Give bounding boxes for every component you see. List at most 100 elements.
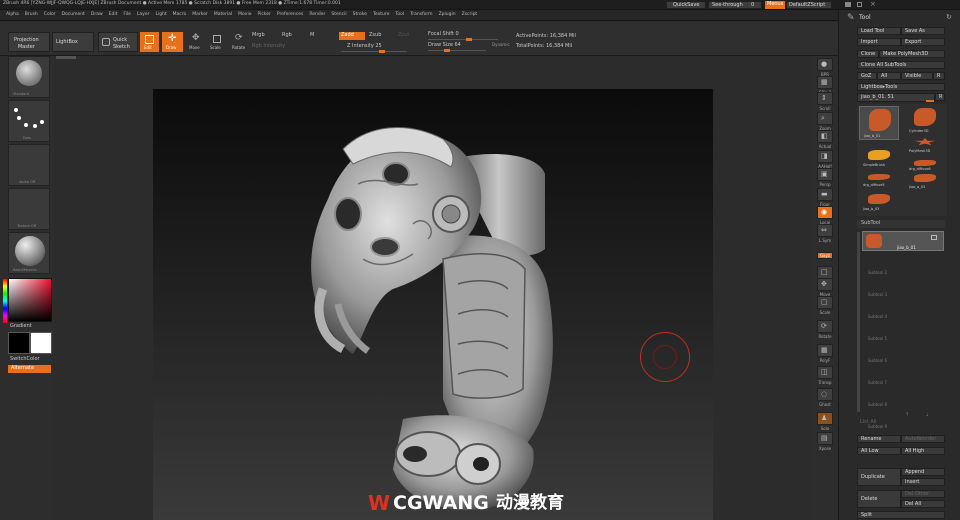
material-slot[interactable]: BasicMaterial	[8, 232, 50, 274]
menu-alpha[interactable]: Alpha	[6, 12, 19, 19]
scale-button[interactable]: Scale	[207, 32, 227, 52]
xpose-button[interactable]: ▤	[817, 432, 833, 445]
menu-stencil[interactable]: Stencil	[331, 12, 346, 19]
tool-thumb-drg-diffuse5[interactable]: drg_diffuse5	[859, 172, 899, 190]
delete-button[interactable]: Delete	[857, 490, 901, 508]
menu-brush[interactable]: Brush	[25, 12, 38, 19]
lightbox-tools-button[interactable]: Lightbox▸Tools	[857, 83, 945, 91]
goz-visible-button[interactable]: Visible	[901, 72, 933, 80]
switchcolor-button[interactable]: SwitchColor	[10, 357, 40, 362]
close-icon[interactable]: ×	[870, 1, 876, 8]
menu-light[interactable]: Light	[155, 12, 166, 19]
clone-all-subtools-button[interactable]: Clone All SubTools	[857, 61, 945, 69]
menu-marker[interactable]: Marker	[192, 12, 208, 19]
menu-render[interactable]: Render	[309, 12, 325, 19]
save-as-button[interactable]: Save As	[901, 27, 945, 35]
persp-button[interactable]: ▣	[817, 168, 833, 181]
minimize-icon[interactable]	[845, 2, 851, 7]
del-other-button[interactable]: Del Other	[901, 490, 945, 498]
subtool-empty-slot[interactable]: Subtool 4	[862, 306, 942, 326]
lightbox-button[interactable]: LightBox	[52, 32, 94, 52]
menu-zscript[interactable]: Zscript	[462, 12, 478, 19]
move-button[interactable]: ✥ Move	[186, 32, 206, 52]
goz-r-button[interactable]: R	[933, 72, 945, 80]
import-button[interactable]: Import	[857, 38, 901, 46]
menu-file[interactable]: File	[123, 12, 131, 19]
scale-button[interactable]: ▢	[817, 296, 833, 309]
subtool-scrollbar[interactable]	[857, 232, 860, 412]
all-low-button[interactable]: All Low	[857, 447, 901, 455]
tool-thumb-cylinder3d[interactable]: Cylinder3D	[905, 106, 945, 136]
main-color-swatch[interactable]	[8, 332, 30, 354]
goz-all-button[interactable]: All	[877, 72, 901, 80]
tool-thumb-jiao-b-03[interactable]: jiao_b_03	[859, 192, 899, 214]
menu-material[interactable]: Material	[214, 12, 232, 19]
subtool-header[interactable]: SubTool	[857, 220, 945, 228]
focal-shift-slider[interactable]: Focal Shift 0	[426, 31, 508, 41]
menu-edit[interactable]: Edit	[109, 12, 118, 19]
tool-palette-title[interactable]: Tool	[859, 15, 871, 21]
color-picker[interactable]	[3, 278, 52, 323]
transp-button[interactable]: ◫	[817, 366, 833, 379]
aahalf-button[interactable]: ◨	[817, 150, 833, 163]
l-sym-button[interactable]: ⇔	[817, 224, 833, 237]
menu-draw[interactable]: Draw	[91, 12, 103, 19]
menu-document[interactable]: Document	[62, 12, 85, 19]
load-tool-button[interactable]: Load Tool	[857, 27, 901, 35]
default-zscript-button[interactable]: DefaultZScript	[786, 1, 832, 9]
menu-tool[interactable]: Tool	[395, 12, 404, 19]
dynamic-button[interactable]: Dynamic	[492, 43, 510, 47]
subtool-item[interactable]: jiao_b_01	[862, 231, 944, 251]
autoreorder-button[interactable]: AutoReorder	[901, 435, 945, 443]
menu-stroke[interactable]: Stroke	[353, 12, 367, 19]
alpha-slot[interactable]: Alpha Off	[8, 144, 50, 186]
canvas-scroll-handle[interactable]	[56, 56, 76, 59]
split-button[interactable]: Split	[857, 511, 945, 519]
draw-button[interactable]: ✛ Draw	[162, 32, 183, 52]
ghost-button[interactable]: ◌	[817, 388, 833, 401]
z-intensity-slider[interactable]: Z Intensity 25	[339, 43, 409, 53]
local-button[interactable]: ◉	[817, 206, 833, 219]
menu-transform[interactable]: Transform	[410, 12, 432, 19]
menu-macro[interactable]: Macro	[173, 12, 187, 19]
actual-button[interactable]: ◧	[817, 130, 833, 143]
del-all-button[interactable]: Del All	[901, 500, 945, 508]
zoom-button[interactable]: ⌕	[817, 112, 833, 125]
maximize-icon[interactable]	[857, 2, 862, 7]
canvas[interactable]	[153, 89, 713, 520]
solo-button[interactable]: ♟	[817, 412, 833, 425]
menu-zplugin[interactable]: Zplugin	[439, 12, 456, 19]
rename-button[interactable]: Rename	[857, 435, 901, 443]
move-button[interactable]: ✥	[817, 278, 833, 291]
menu-layer[interactable]: Layer	[137, 12, 150, 19]
rotate-button[interactable]: ⟳	[817, 320, 833, 333]
projection-master-button[interactable]: Projection Master	[8, 32, 50, 52]
subtool-empty-slot[interactable]: Subtool 6	[862, 350, 942, 370]
tool-thumb-jiao-a-03[interactable]: jiao_a_03	[905, 172, 945, 192]
polyf-button[interactable]: ▦	[817, 344, 833, 357]
tool-thumb-jiao-b-01[interactable]: jiao_b_01	[859, 106, 899, 140]
subtool-empty-slot[interactable]: Subtool 5	[862, 328, 942, 348]
append-button[interactable]: Append	[901, 468, 945, 476]
stroke-slot[interactable]: Dots	[8, 100, 50, 142]
secondary-color-swatch[interactable]	[30, 332, 52, 354]
menu-texture[interactable]: Texture	[373, 12, 389, 19]
rgb-button[interactable]: Rgb	[282, 33, 292, 38]
alternate-button[interactable]: Alternate	[8, 365, 51, 373]
brush-slot[interactable]: Standard	[8, 56, 50, 98]
texture-slot[interactable]: Texture Off	[8, 188, 50, 230]
duplicate-button[interactable]: Duplicate	[857, 468, 901, 486]
menu-picker[interactable]: Picker	[257, 12, 270, 19]
rgb-intensity-slider[interactable]: Rgb Intensity	[252, 44, 285, 49]
make-polymesh-button[interactable]: Make PolyMesh3D	[879, 50, 945, 58]
scroll-button[interactable]: ⇕	[817, 92, 833, 105]
tool-thumb-polymesh3d[interactable]: PolyMesh3D	[905, 136, 945, 156]
hue-strip[interactable]	[3, 279, 7, 323]
current-tool-r-button[interactable]: R	[935, 93, 945, 101]
spix-3-button[interactable]: ▦	[817, 76, 833, 89]
tool-thumb-simplebrush[interactable]: SimpleBrush	[859, 148, 899, 170]
insert-button[interactable]: Insert	[901, 478, 945, 486]
draw-size-slider[interactable]: Draw Size 64	[426, 42, 488, 52]
floor-button[interactable]: ▬	[817, 188, 833, 201]
quick-sketch-button[interactable]: Quick Sketch	[98, 32, 138, 52]
